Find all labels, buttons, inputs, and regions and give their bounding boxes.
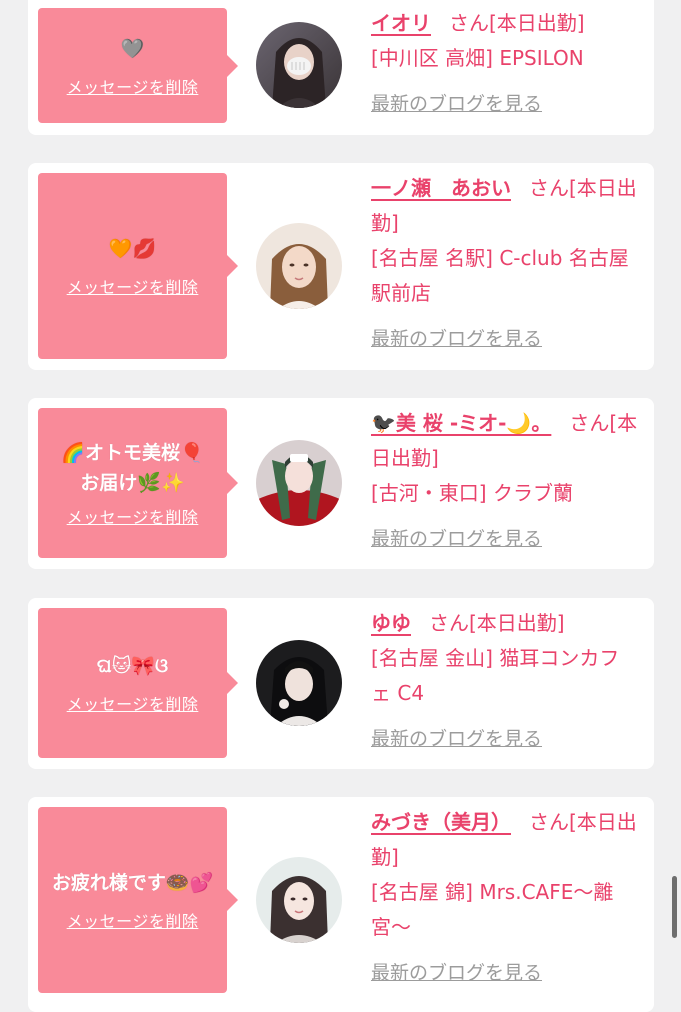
delete-message-link[interactable]: メッセージを削除 <box>67 908 199 932</box>
cast-name-link[interactable]: イオリ <box>371 11 431 35</box>
cast-info: みづき（美月） さん[本日出勤] [名古屋 錦] Mrs.CAFE〜離宮〜 最新の… <box>371 805 639 991</box>
status-text: [本日出勤] <box>489 11 585 35</box>
message-bubble: 🧡💋 メッセージを削除 <box>38 173 238 359</box>
avatar[interactable] <box>256 857 342 943</box>
message-text: 🧡💋 <box>108 238 157 260</box>
cast-card: お疲れ様です🍩💕 メッセージを削除 みづき（美月） さん[本日出勤] [名古屋 錦… <box>28 797 654 1012</box>
latest-blog-link[interactable]: 最新のブログを見る <box>371 728 542 750</box>
message-bubble: 🌈オトモ美桜🎈お届け🌿✨ メッセージを削除 <box>38 408 238 558</box>
honorific: さん <box>429 611 469 635</box>
latest-blog-link[interactable]: 最新のブログを見る <box>371 962 542 984</box>
avatar-photo-icon <box>256 440 342 526</box>
avatar[interactable] <box>256 640 342 726</box>
honorific: さん <box>569 411 610 435</box>
shop-text: [古河・東口] クラブ蘭 <box>371 481 573 505</box>
avatar-photo-icon <box>256 223 342 309</box>
cast-name-link[interactable]: みづき（美月） <box>371 810 511 834</box>
delete-message-link[interactable]: メッセージを削除 <box>67 274 199 298</box>
latest-blog-link[interactable]: 最新のブログを見る <box>371 93 542 115</box>
avatar[interactable] <box>256 22 342 108</box>
avatar[interactable] <box>256 440 342 526</box>
cast-card: 🌈オトモ美桜🎈お届け🌿✨ メッセージを削除 🐦‍⬛美 桜 -ミオ-🌙。 さん[本日… <box>28 398 654 569</box>
latest-blog-link[interactable]: 最新のブログを見る <box>371 328 542 350</box>
delete-message-link[interactable]: メッセージを削除 <box>67 691 199 715</box>
cast-info: イオリ さん[本日出勤] [中川区 高畑] EPSILON 最新のブログを見る <box>371 6 639 122</box>
message-text: 🌈オトモ美桜🎈お届け🌿✨ <box>61 442 204 494</box>
cast-card: 🧡💋 メッセージを削除 一ノ瀬 あおい さん[本日出勤] [名古屋 名駅] C-c… <box>28 163 654 370</box>
latest-blog-link[interactable]: 最新のブログを見る <box>371 528 542 550</box>
avatar-photo-icon <box>256 857 342 943</box>
message-text: お疲れ様です🍩💕 <box>51 872 214 894</box>
shop-text: [名古屋 錦] Mrs.CAFE〜離宮〜 <box>371 880 614 939</box>
scrollbar-thumb[interactable] <box>672 876 677 938</box>
message-bubble: ଘ🐱🎀ଓ メッセージを削除 <box>38 608 238 758</box>
cast-name-link[interactable]: 一ノ瀬 あおい <box>371 176 511 200</box>
shop-text: [名古屋 名駅] C-club 名古屋駅前店 <box>371 246 629 305</box>
delete-message-link[interactable]: メッセージを削除 <box>67 504 199 528</box>
cast-name-link[interactable]: 🐦‍⬛美 桜 -ミオ-🌙。 <box>371 411 551 435</box>
honorific: さん <box>449 11 489 35</box>
honorific: さん <box>529 176 569 200</box>
cast-card: 🩶 メッセージを削除 イオリ さん[本日出勤] [中川区 高畑] EPSILON … <box>28 0 654 135</box>
avatar-photo-icon <box>256 640 342 726</box>
cast-name-link[interactable]: ゆゆ <box>371 611 411 635</box>
honorific: さん <box>529 810 569 834</box>
cast-info: 🐦‍⬛美 桜 -ミオ-🌙。 さん[本日出勤] [古河・東口] クラブ蘭 最新のブロ… <box>371 406 639 557</box>
avatar-photo-icon <box>256 22 342 108</box>
message-bubble: お疲れ様です🍩💕 メッセージを削除 <box>38 807 238 993</box>
shop-text: [中川区 高畑] EPSILON <box>371 46 584 70</box>
cast-info: ゆゆ さん[本日出勤] [名古屋 金山] 猫耳コンカフェ C4 最新のブログを見る <box>371 606 639 757</box>
message-text: 🩶 <box>120 37 145 60</box>
shop-text: [名古屋 金山] 猫耳コンカフェ C4 <box>371 646 620 705</box>
delete-message-link[interactable]: メッセージを削除 <box>67 74 199 98</box>
cast-card: ଘ🐱🎀ଓ メッセージを削除 ゆゆ さん[本日出勤] [名古屋 金山] 猫耳コンカフ… <box>28 598 654 769</box>
status-text: [本日出勤] <box>469 611 565 635</box>
message-text: ଘ🐱🎀ଓ <box>96 655 169 677</box>
message-bubble: 🩶 メッセージを削除 <box>38 8 238 123</box>
cast-info: 一ノ瀬 あおい さん[本日出勤] [名古屋 名駅] C-club 名古屋駅前店 最… <box>371 171 639 357</box>
avatar[interactable] <box>256 223 342 309</box>
